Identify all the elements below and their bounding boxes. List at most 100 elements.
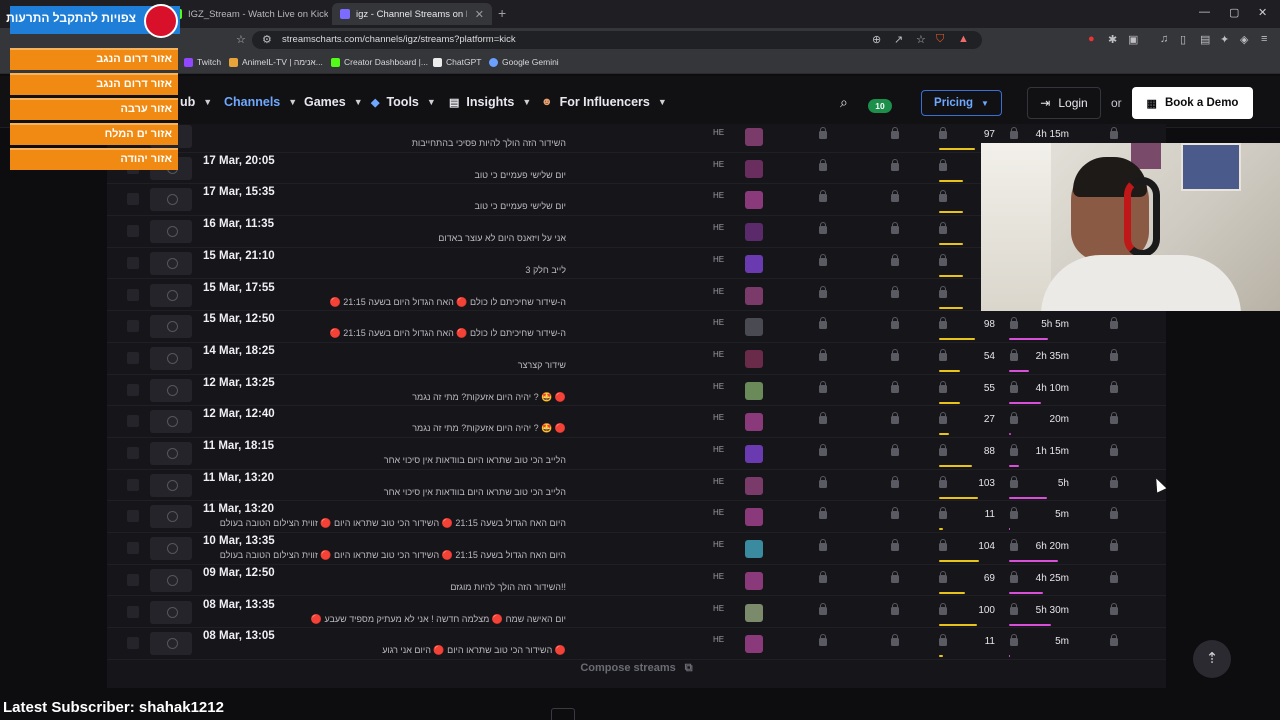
lock-icon[interactable] <box>891 190 899 203</box>
game-avatar[interactable] <box>745 223 763 242</box>
media-icon[interactable]: ♫ <box>1160 33 1168 45</box>
game-avatar[interactable] <box>745 540 763 559</box>
star-icon[interactable]: ☆ <box>916 33 926 46</box>
lock-icon[interactable] <box>891 222 899 235</box>
stream-date[interactable]: 08 Mar, 13:35 <box>203 599 275 611</box>
lock-icon[interactable] <box>1110 317 1118 330</box>
stream-date[interactable]: 17 Mar, 20:05 <box>203 155 275 167</box>
lock-icon[interactable] <box>819 348 827 361</box>
lock-icon[interactable] <box>819 127 827 139</box>
row-checkbox[interactable] <box>127 288 139 301</box>
lock-icon[interactable] <box>939 285 947 298</box>
lock-icon[interactable] <box>819 412 827 425</box>
lock-icon[interactable] <box>819 317 827 330</box>
play-icon[interactable] <box>150 632 192 656</box>
row-checkbox[interactable] <box>127 637 139 650</box>
lock-icon[interactable] <box>1110 127 1118 139</box>
lock-icon[interactable] <box>939 127 947 139</box>
tab-channel-streams[interactable]: igz - Channel Streams on Kick V ✕ <box>332 3 492 25</box>
row-checkbox[interactable] <box>127 320 139 333</box>
stream-date[interactable]: 10 Mar, 13:35 <box>203 535 275 547</box>
stream-date[interactable]: 15 Mar, 12:50 <box>203 313 275 325</box>
lock-icon[interactable] <box>1110 602 1118 615</box>
table-row[interactable]: 15 Mar, 12:50 ה-שידור שחיכיתם לו כולם 🔴 ה… <box>107 311 1166 343</box>
compose-streams-button[interactable]: Compose streams ⧉ <box>107 662 1166 675</box>
extension-red-icon[interactable]: ● <box>1088 33 1095 45</box>
bookmark-animeil[interactable]: AnimeIL-TV | אנימה... <box>229 57 323 67</box>
row-checkbox[interactable] <box>127 478 139 491</box>
game-avatar[interactable] <box>745 349 763 368</box>
lock-icon[interactable] <box>1110 444 1118 456</box>
play-icon[interactable] <box>150 346 192 370</box>
stream-date[interactable]: 17 Mar, 15:35 <box>203 186 275 198</box>
stream-date[interactable]: 09 Mar, 12:50 <box>203 567 275 579</box>
lock-icon[interactable] <box>939 570 947 583</box>
lock-icon[interactable] <box>939 317 947 330</box>
lock-icon[interactable] <box>1110 475 1118 488</box>
bookmark-gemini[interactable]: Google Gemini <box>489 57 559 67</box>
lock-icon[interactable] <box>819 539 827 552</box>
lock-icon[interactable] <box>819 158 827 171</box>
game-avatar[interactable] <box>745 254 763 273</box>
game-avatar[interactable] <box>745 603 763 622</box>
game-avatar[interactable] <box>745 476 763 495</box>
lock-icon[interactable] <box>891 507 899 520</box>
lock-icon[interactable] <box>939 190 947 203</box>
site-info-icon[interactable]: ⚙ <box>262 33 272 46</box>
table-row[interactable]: 11 Mar, 13:20 היום האח הגדול בשעה 21:15 🔴… <box>107 501 1166 534</box>
lock-icon[interactable] <box>819 444 827 456</box>
lock-icon[interactable] <box>1110 507 1118 520</box>
search-icon[interactable]: ⌕ <box>840 94 848 111</box>
lock-icon[interactable] <box>891 380 899 393</box>
extensions-icon[interactable]: ✱ <box>1108 33 1117 46</box>
row-checkbox[interactable] <box>127 542 139 555</box>
lock-icon[interactable] <box>891 285 899 298</box>
stream-date[interactable]: 14 Mar, 18:25 <box>203 345 275 357</box>
game-avatar[interactable] <box>745 159 763 178</box>
game-avatar[interactable] <box>745 445 763 463</box>
stream-date[interactable]: 11 Mar, 13:20 <box>203 503 274 515</box>
table-row[interactable]: 11 Mar, 13:20 הלייב הכי טוב שתראו היום בו… <box>107 470 1166 502</box>
lock-icon[interactable] <box>939 634 947 647</box>
zoom-icon[interactable]: ⊕ <box>872 33 881 46</box>
row-checkbox[interactable] <box>127 256 139 269</box>
bookmark-creator-dashboard[interactable]: Creator Dashboard |... <box>331 57 428 67</box>
pricing-button[interactable]: Pricing ▼ <box>921 90 1002 116</box>
lock-icon[interactable] <box>1110 412 1118 425</box>
game-avatar[interactable] <box>745 413 763 432</box>
table-row[interactable]: 08 Mar, 13:35 יום האישה שמח 🔴 מצלמה חדשה … <box>107 597 1166 629</box>
lock-icon[interactable] <box>1110 348 1118 361</box>
lock-icon[interactable] <box>819 570 827 583</box>
lock-icon[interactable] <box>891 602 899 615</box>
login-button[interactable]: ⇥ Login <box>1027 87 1101 119</box>
row-checkbox[interactable] <box>127 383 139 396</box>
lock-icon[interactable] <box>939 507 947 520</box>
bookmark-chatgpt[interactable]: ChatGPT <box>433 57 481 67</box>
stream-date[interactable]: 11 Mar, 13:20 <box>203 472 274 484</box>
row-checkbox[interactable] <box>127 351 139 364</box>
table-row[interactable]: 12 Mar, 12:40 🔴 🤩 ? יהיה היום אזעקות? מתי… <box>107 406 1166 438</box>
notification-badge[interactable]: 10 <box>868 99 892 113</box>
stream-date[interactable]: 16 Mar, 11:35 <box>203 218 274 230</box>
play-icon[interactable] <box>150 442 192 465</box>
row-checkbox[interactable] <box>127 605 139 618</box>
stream-date[interactable]: 15 Mar, 21:10 <box>203 250 275 262</box>
table-row[interactable]: 10 Mar, 13:35 היום האח הגדול בשעה 21:15 🔴… <box>107 533 1166 565</box>
play-icon[interactable] <box>150 505 192 529</box>
bookmark-star-icon[interactable]: ☆ <box>236 33 246 46</box>
lock-icon[interactable] <box>939 348 947 361</box>
game-avatar[interactable] <box>745 286 763 305</box>
game-avatar[interactable] <box>745 508 763 527</box>
game-avatar[interactable] <box>745 191 763 210</box>
row-checkbox[interactable] <box>127 510 139 523</box>
lock-icon[interactable] <box>939 253 947 266</box>
game-avatar[interactable] <box>745 571 763 590</box>
maximize-icon[interactable]: ▢ <box>1229 6 1239 19</box>
row-checkbox[interactable] <box>127 573 139 586</box>
lock-icon[interactable] <box>891 539 899 552</box>
row-checkbox[interactable] <box>127 193 139 206</box>
minimize-icon[interactable]: — <box>1199 6 1210 18</box>
nav-item-for-influencers[interactable]: ☻ For Influencers ▼ <box>541 95 667 109</box>
stream-date[interactable]: 08 Mar, 13:05 <box>203 630 275 642</box>
leo-ai-icon[interactable]: ✦ <box>1220 33 1229 46</box>
